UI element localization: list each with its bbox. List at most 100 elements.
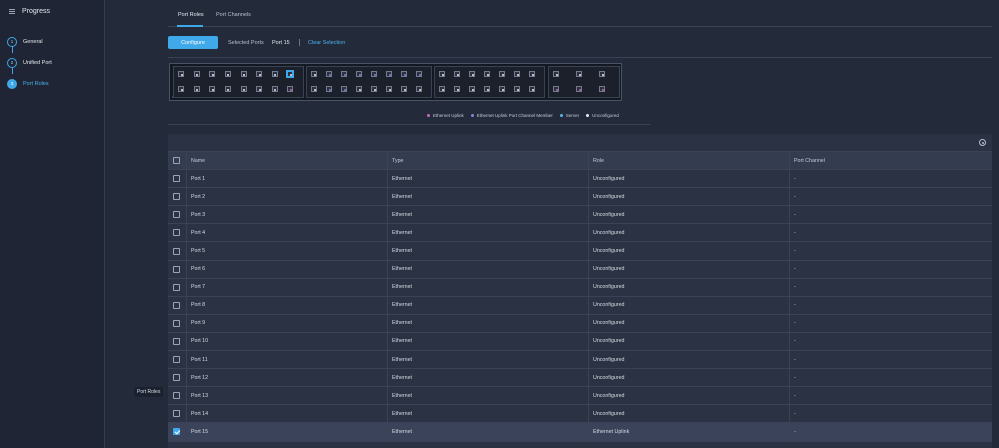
row-checkbox[interactable] [173, 211, 180, 219]
switch-port[interactable] [209, 86, 216, 92]
table-row[interactable]: Port 12 Ethernet Unconfigured - [168, 369, 992, 388]
switch-port[interactable] [311, 86, 317, 92]
table-row[interactable]: Port 13 Ethernet Unconfigured - [168, 387, 992, 406]
switch-port[interactable] [209, 71, 216, 77]
switch-port[interactable] [576, 71, 582, 77]
row-checkbox[interactable] [173, 247, 180, 255]
row-checkbox[interactable] [173, 229, 180, 237]
switch-port[interactable] [371, 71, 377, 77]
table-row[interactable]: Port 14 Ethernet Unconfigured - [168, 405, 992, 424]
switch-port[interactable] [341, 86, 347, 92]
switch-port[interactable] [178, 71, 184, 77]
switch-port[interactable] [469, 86, 475, 92]
ports-table: Name Type Role Port Channel Port 1 Ethern… [168, 134, 992, 448]
table-row[interactable]: Port 11 Ethernet Unconfigured - [168, 351, 992, 370]
switch-port[interactable] [514, 71, 520, 77]
column-header-type[interactable]: Type [392, 152, 403, 169]
row-checkbox[interactable] [173, 374, 180, 382]
switch-port[interactable] [401, 71, 407, 77]
switch-port[interactable] [514, 86, 520, 92]
switch-port[interactable] [499, 86, 505, 92]
switch-port[interactable] [416, 71, 422, 77]
tab-port-roles[interactable]: Port Roles [178, 12, 204, 18]
row-checkbox[interactable] [173, 265, 180, 273]
row-checkbox[interactable] [173, 301, 180, 309]
switch-port[interactable] [386, 71, 392, 77]
switch-port[interactable] [576, 86, 582, 92]
switch-port[interactable] [256, 86, 263, 92]
port-channel: - [794, 428, 796, 435]
switch-port[interactable] [256, 71, 263, 77]
switch-port[interactable] [529, 86, 535, 92]
column-header-port-channel[interactable]: Port Channel [794, 152, 825, 169]
table-row[interactable]: Port 15 Ethernet Ethernet Uplink - [168, 423, 992, 442]
port-legend: Ethernet Uplink Ethernet Uplink Port Cha… [427, 113, 626, 118]
switch-port[interactable] [193, 71, 200, 77]
switch-port[interactable] [240, 86, 247, 92]
switch-port[interactable] [553, 71, 559, 77]
switch-port[interactable] [193, 86, 200, 92]
switch-port[interactable] [326, 86, 332, 92]
table-row[interactable]: Port 10 Ethernet Unconfigured - [168, 332, 992, 352]
configure-button[interactable]: Configure [168, 36, 218, 49]
step-port-roles[interactable]: 3 Port Roles [7, 73, 52, 94]
switch-port[interactable] [599, 71, 605, 77]
switch-port[interactable] [341, 71, 347, 77]
switch-port[interactable] [439, 71, 445, 77]
switch-port[interactable] [599, 86, 605, 92]
menu-icon[interactable] [9, 9, 15, 14]
row-checkbox[interactable] [173, 193, 180, 201]
switch-port[interactable] [401, 86, 407, 92]
switch-port[interactable] [454, 71, 460, 77]
tab-port-channels[interactable]: Port Channels [216, 12, 251, 18]
select-all-checkbox[interactable] [173, 157, 180, 165]
step-unified-port[interactable]: 2 Unified Port [7, 52, 52, 73]
row-checkbox[interactable] [173, 410, 180, 418]
switch-port[interactable] [271, 71, 278, 77]
table-row[interactable]: Port 1 Ethernet Unconfigured - [168, 170, 992, 189]
table-row[interactable]: Port 8 Ethernet Unconfigured - [168, 296, 992, 315]
switch-port[interactable] [356, 86, 362, 92]
switch-port[interactable] [439, 86, 445, 92]
switch-port[interactable] [454, 86, 460, 92]
switch-port[interactable] [287, 71, 294, 77]
switch-port[interactable] [499, 71, 505, 77]
switch-port[interactable] [287, 86, 294, 92]
switch-port[interactable] [553, 86, 559, 92]
switch-port[interactable] [224, 71, 231, 77]
table-row[interactable]: Port 9 Ethernet Unconfigured - [168, 314, 992, 333]
step-general[interactable]: 1 General [7, 31, 52, 52]
column-header-name[interactable]: Name [191, 152, 205, 169]
row-checkbox[interactable] [173, 428, 180, 436]
table-row[interactable]: Port 6 Ethernet Unconfigured - [168, 260, 992, 279]
switch-port[interactable] [178, 86, 184, 92]
switch-port[interactable] [371, 86, 377, 92]
switch-port[interactable] [469, 71, 475, 77]
row-checkbox[interactable] [173, 337, 180, 345]
switch-port[interactable] [311, 71, 317, 77]
switch-port[interactable] [386, 86, 392, 92]
table-row[interactable]: Port 7 Ethernet Unconfigured - [168, 278, 992, 297]
row-checkbox[interactable] [173, 319, 180, 327]
row-checkbox[interactable] [173, 392, 180, 400]
switch-port[interactable] [529, 71, 535, 77]
table-row[interactable]: Port 2 Ethernet Unconfigured - [168, 188, 992, 207]
switch-port[interactable] [224, 86, 231, 92]
switch-port[interactable] [326, 71, 332, 77]
switch-port[interactable] [356, 71, 362, 77]
switch-port[interactable] [271, 86, 278, 92]
row-checkbox[interactable] [173, 356, 180, 364]
settings-icon[interactable] [979, 139, 986, 146]
column-header-role[interactable]: Role [593, 152, 604, 169]
row-checkbox[interactable] [173, 175, 180, 183]
clear-selection-link[interactable]: Clear Selection [308, 40, 345, 46]
switch-port[interactable] [240, 71, 247, 77]
table-row[interactable]: Port 5 Ethernet Unconfigured - [168, 242, 992, 261]
row-checkbox[interactable] [173, 283, 180, 291]
table-row[interactable]: Port 3 Ethernet Unconfigured - [168, 206, 992, 225]
switch-port[interactable] [484, 71, 490, 77]
table-row[interactable]: Port 4 Ethernet Unconfigured - [168, 224, 992, 243]
switch-port[interactable] [416, 86, 422, 92]
switch-port[interactable] [484, 86, 490, 92]
port-channel: - [794, 175, 796, 182]
